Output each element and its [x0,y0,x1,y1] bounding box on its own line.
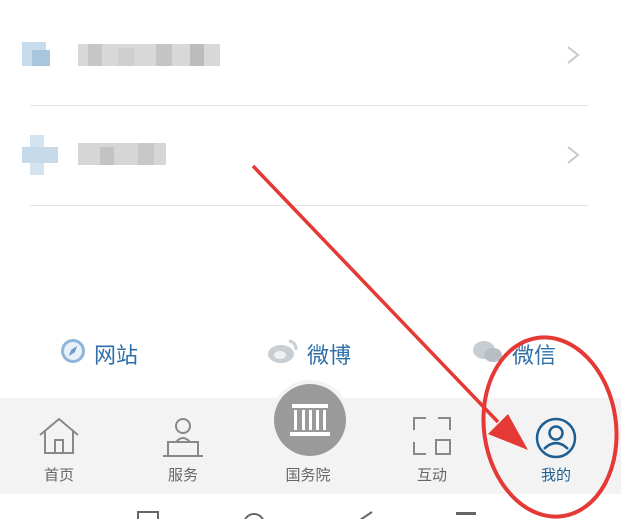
system-nav-bar [0,494,621,523]
home-nav-icon [243,513,265,523]
tab-mine[interactable]: 我的 [506,398,606,494]
interaction-icon [412,416,452,460]
back-nav-icon [359,511,373,521]
user-icon [534,416,578,464]
tab-label: 服务 [167,466,198,484]
state-council-icon [290,404,330,436]
wechat-icon [472,338,504,370]
chevron-right-icon [564,45,582,65]
tab-service[interactable]: 服务 [133,398,233,494]
share-label: 网站 [94,344,139,369]
menu-nav-icon [456,512,476,515]
compass-icon [60,338,86,370]
share-website[interactable]: 网站 [60,334,138,374]
blurred-icon [22,38,66,70]
list-item[interactable] [22,105,588,206]
share-weibo[interactable]: 微博 [267,334,351,374]
tab-label: 国务院 [285,466,331,484]
share-label: 微信 [512,344,557,369]
share-label: 微博 [307,344,352,369]
tab-label: 首页 [43,466,74,484]
blurred-icon [22,135,66,175]
weibo-icon [267,338,299,370]
home-icon [37,416,81,460]
share-wechat[interactable]: 微信 [472,334,556,374]
tab-label: 我的 [540,466,571,484]
state-council-button[interactable] [270,380,350,460]
share-bar: 网站 微博 微信 [0,334,621,374]
blurred-text [78,143,166,165]
list-item[interactable] [22,5,588,106]
service-icon [160,416,206,462]
tab-interaction[interactable]: 互动 [382,398,482,494]
chevron-right-icon [564,145,582,165]
tab-label: 互动 [416,466,447,484]
tab-home[interactable]: 首页 [9,398,109,494]
recent-apps-icon [137,511,159,521]
blurred-text [78,44,220,66]
